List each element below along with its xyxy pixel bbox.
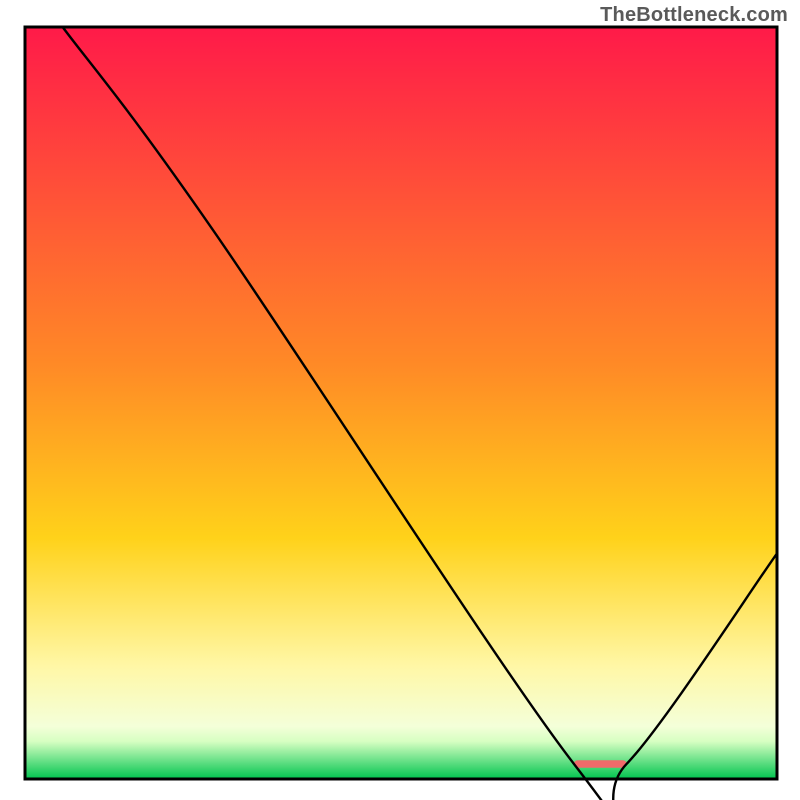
watermark-text: TheBottleneck.com	[600, 4, 788, 27]
highlight-marker	[574, 760, 627, 768]
chart-canvas	[0, 0, 800, 800]
chart-background	[25, 27, 777, 779]
